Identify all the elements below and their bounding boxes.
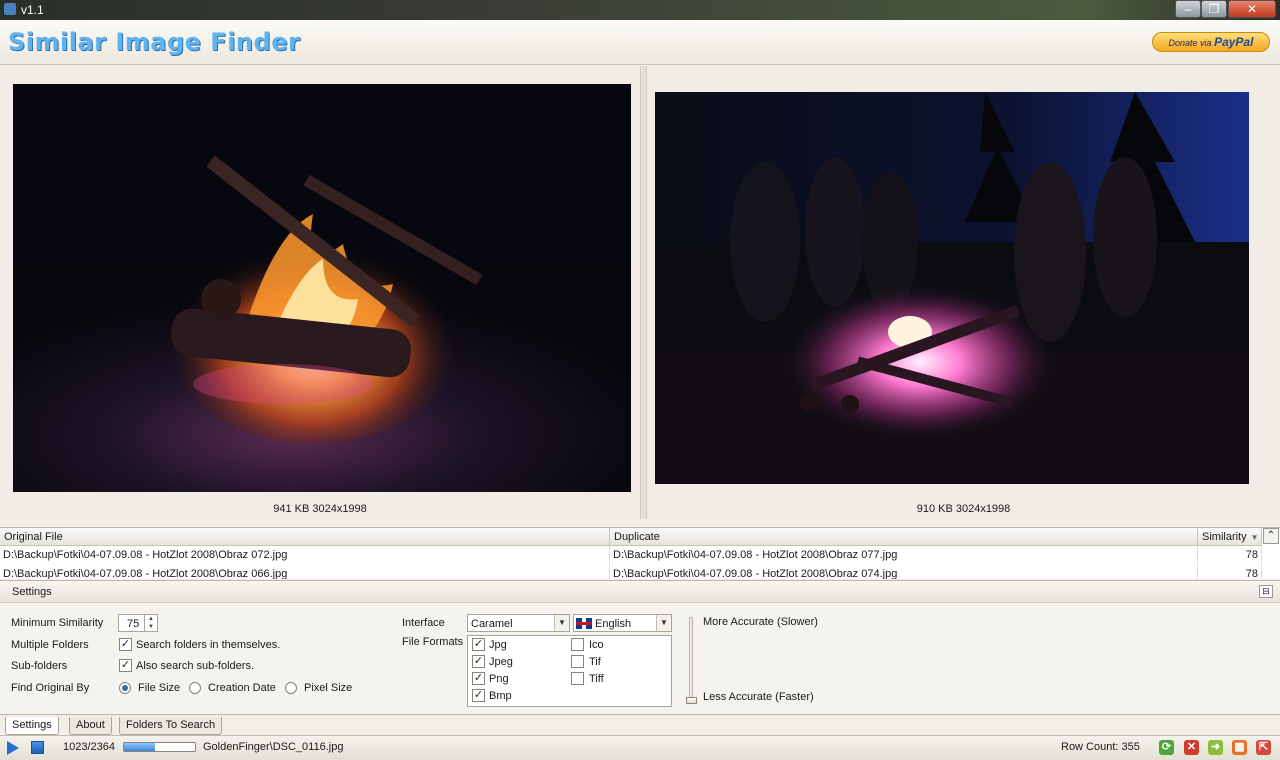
chevron-down-icon: ▼	[656, 615, 671, 631]
theme-select[interactable]: Caramel ▼	[467, 614, 570, 632]
export-icon[interactable]: ⇱	[1256, 740, 1271, 755]
refresh-icon[interactable]: ⟳	[1159, 740, 1174, 755]
duplicate-preview-pane: 910 KB 3024x1998	[647, 66, 1280, 519]
collapse-grid-button[interactable]: ⌃	[1263, 528, 1279, 544]
similarity-cell: 78	[1198, 546, 1262, 565]
pin-panel-button[interactable]: ⊟	[1259, 585, 1273, 598]
min-similarity-value: 75	[127, 618, 140, 630]
theme-value: Caramel	[471, 618, 513, 630]
column-duplicate[interactable]: Duplicate	[610, 528, 1198, 546]
radio-creation-date-label[interactable]: Creation Date	[208, 682, 276, 694]
row-count: Row Count: 355	[1061, 741, 1140, 753]
move-icon[interactable]: ➜	[1208, 740, 1223, 755]
similarity-cell: 78	[1198, 566, 1262, 579]
play-icon[interactable]	[7, 741, 19, 755]
maximize-button[interactable]: ❐	[1201, 0, 1227, 18]
accuracy-slider-thumb[interactable]	[686, 697, 697, 704]
duplicate-file-cell: D:\Backup\Fotki\04-07.09.08 - HotZlot 20…	[610, 566, 1198, 579]
language-value: English	[595, 618, 632, 630]
format-png-label[interactable]: Png	[489, 673, 509, 685]
column-similarity-label: Similarity	[1202, 531, 1247, 543]
format-tiff-label[interactable]: Tiff	[589, 673, 604, 685]
original-file-cell: D:\Backup\Fotki\04-07.09.08 - HotZlot 20…	[0, 546, 610, 565]
current-file: GoldenFinger\DSC_0116.jpg	[203, 741, 344, 753]
format-ico-checkbox[interactable]	[571, 638, 584, 651]
scan-progress-fill	[124, 743, 155, 751]
tab-settings[interactable]: Settings	[5, 717, 59, 735]
multiple-folders-checkbox[interactable]: ✓	[119, 638, 132, 651]
settings-header: Settings ⊟	[0, 581, 1280, 603]
duplicate-file-cell: D:\Backup\Fotki\04-07.09.08 - HotZlot 20…	[610, 546, 1198, 565]
min-similarity-label: Minimum Similarity	[11, 617, 104, 629]
accuracy-slider[interactable]	[689, 617, 693, 703]
format-jpg-checkbox[interactable]: ✓	[472, 638, 485, 651]
format-jpg-label[interactable]: Jpg	[489, 639, 507, 651]
format-tif-checkbox[interactable]	[571, 655, 584, 668]
original-image	[13, 84, 631, 492]
accuracy-high-label: More Accurate (Slower)	[703, 616, 818, 628]
column-original-file[interactable]: Original File	[0, 528, 610, 546]
multiple-folders-option[interactable]: Search folders in themselves.	[136, 639, 280, 651]
format-tif-label[interactable]: Tif	[589, 656, 601, 668]
tab-about[interactable]: About	[69, 717, 112, 735]
chevron-down-icon: ▼	[554, 615, 569, 631]
window-title: v1.1	[21, 3, 44, 17]
tab-folders-to-search[interactable]: Folders To Search	[119, 717, 223, 735]
multiple-folders-label: Multiple Folders	[11, 639, 89, 651]
settings-title: Settings	[12, 586, 52, 598]
sub-folders-checkbox[interactable]: ✓	[119, 659, 132, 672]
column-similarity[interactable]: Similarity ▼	[1198, 528, 1262, 546]
format-tiff-checkbox[interactable]	[571, 672, 584, 685]
interface-label: Interface	[402, 617, 445, 629]
paypal-brand: PayPal	[1214, 35, 1254, 49]
radio-pixel-size-label[interactable]: Pixel Size	[304, 682, 352, 694]
duplicate-image	[655, 92, 1249, 484]
results-grid: Original File Duplicate Similarity ▼ ⌃ D:…	[0, 527, 1280, 579]
radio-file-size-label[interactable]: File Size	[138, 682, 180, 694]
original-file-cell: D:\Backup\Fotki\04-07.09.08 - HotZlot 20…	[0, 566, 610, 579]
app-logo: Similar Image Finder	[8, 28, 301, 56]
file-formats-list: ✓ Jpg ✓ Jpeg ✓ Png ✓ Bmp Ico Tif Tiff	[467, 635, 672, 707]
format-bmp-label[interactable]: Bmp	[489, 690, 512, 702]
format-jpeg-label[interactable]: Jpeg	[489, 656, 513, 668]
scan-progress-bar	[123, 742, 196, 752]
min-similarity-stepper[interactable]: 75 ▲ ▼	[118, 614, 158, 632]
original-image-info: 941 KB 3024x1998	[273, 503, 367, 515]
format-jpeg-checkbox[interactable]: ✓	[472, 655, 485, 668]
bottom-tabs: Settings About Folders To Search	[0, 716, 1280, 735]
minimize-button[interactable]: ‒	[1175, 0, 1201, 18]
donate-paypal-button[interactable]: Donate via PayPal	[1152, 32, 1270, 52]
stepper-up-icon[interactable]: ▲	[144, 615, 157, 623]
sub-folders-label: Sub-folders	[11, 660, 68, 672]
app-header: Similar Image Finder	[0, 20, 1280, 65]
close-button[interactable]: ✕	[1228, 0, 1276, 18]
grid-icon[interactable]: ▦	[1232, 740, 1247, 755]
stepper-down-icon[interactable]: ▼	[144, 623, 157, 631]
format-bmp-checkbox[interactable]: ✓	[472, 689, 485, 702]
preview-splitter[interactable]	[640, 66, 647, 519]
window-titlebar: v1.1 ‒ ❐ ✕	[0, 0, 1280, 20]
language-select[interactable]: English ▼	[573, 614, 672, 632]
accuracy-low-label: Less Accurate (Faster)	[703, 691, 814, 703]
status-bar: 1023/2364 GoldenFinger\DSC_0116.jpg Row …	[0, 735, 1280, 760]
progress-count: 1023/2364	[63, 741, 115, 753]
delete-icon[interactable]: ✕	[1184, 740, 1199, 755]
find-original-by-label: Find Original By	[11, 682, 90, 694]
sort-down-icon: ▼	[1250, 533, 1259, 542]
duplicate-image-info: 910 KB 3024x1998	[916, 503, 1011, 515]
radio-pixel-size[interactable]	[285, 682, 297, 694]
format-ico-label[interactable]: Ico	[589, 639, 604, 651]
radio-creation-date[interactable]	[189, 682, 201, 694]
donate-label: Donate via	[1168, 38, 1212, 48]
radio-file-size[interactable]	[119, 682, 131, 694]
sub-folders-option[interactable]: Also search sub-folders.	[136, 660, 254, 672]
file-formats-label: File Formats	[402, 636, 464, 648]
stop-icon[interactable]	[31, 741, 44, 754]
app-icon	[4, 3, 16, 15]
settings-panel: Settings ⊟ Minimum Similarity 75 ▲ ▼ Mul…	[0, 580, 1280, 715]
original-preview-pane: 941 KB 3024x1998	[0, 66, 640, 519]
uk-flag-icon	[576, 618, 592, 629]
format-png-checkbox[interactable]: ✓	[472, 672, 485, 685]
